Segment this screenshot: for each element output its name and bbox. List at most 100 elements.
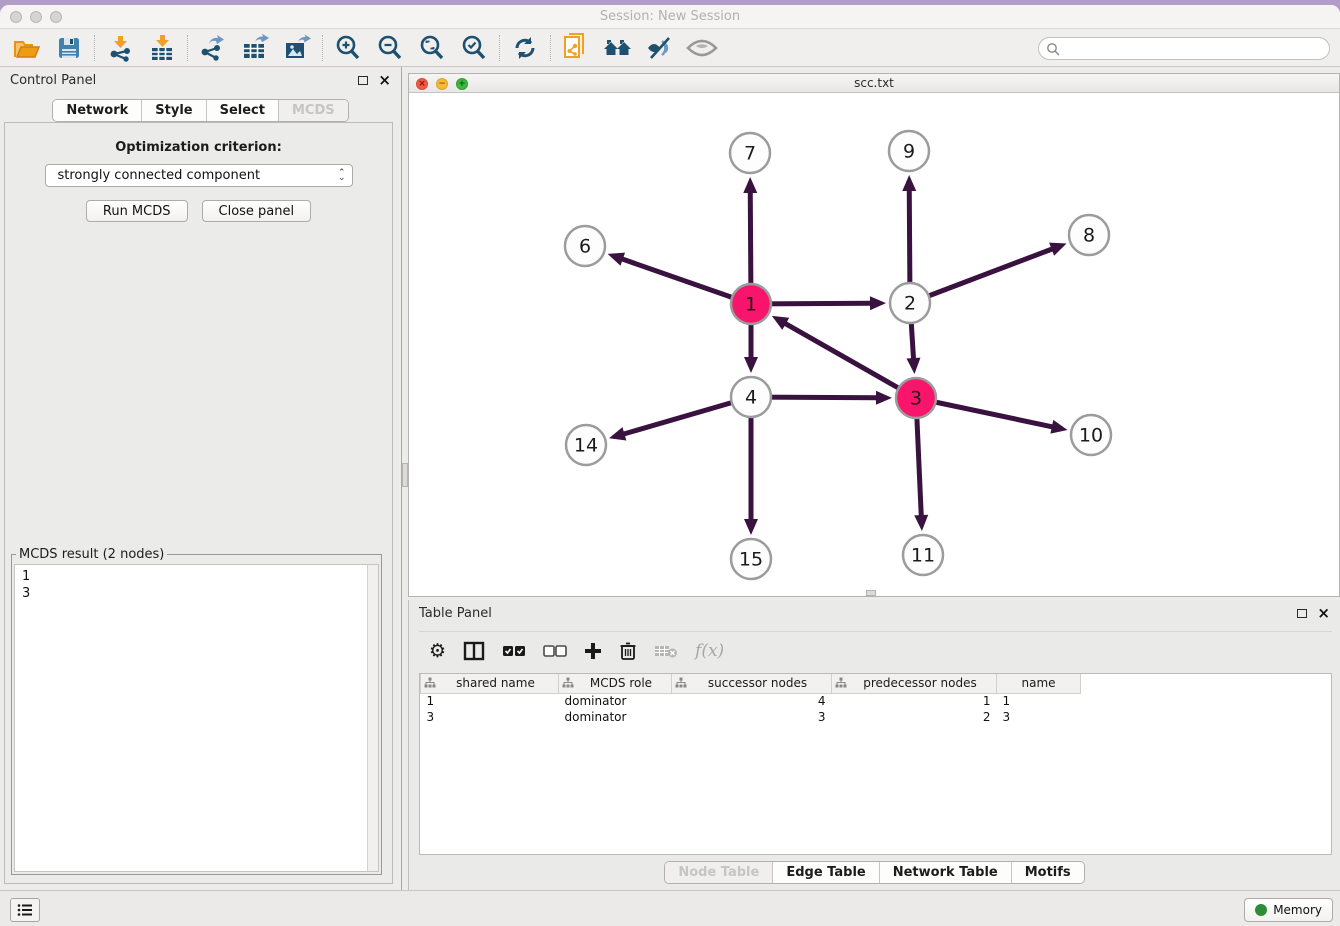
add-icon: [584, 642, 602, 660]
open-folder-icon: [13, 36, 41, 60]
zoom-in-button[interactable]: [327, 32, 369, 64]
table-panel: Table Panel × ⚙: [408, 600, 1340, 890]
table-options-button[interactable]: ⚙: [429, 640, 446, 662]
graph-node-label: 11: [911, 545, 935, 567]
scrollbar[interactable]: [367, 565, 378, 871]
deselect-all-button[interactable]: [543, 644, 567, 658]
edge-arrowhead: [906, 358, 920, 374]
delete-table-button: [654, 643, 678, 659]
save-session-button[interactable]: [48, 32, 90, 64]
task-history-button[interactable]: [10, 898, 40, 922]
export-network-button[interactable]: [192, 32, 234, 64]
hierarchy-icon: [562, 677, 574, 689]
float-panel-icon[interactable]: [358, 76, 368, 85]
clone-network-button[interactable]: [555, 32, 597, 64]
import-table-button[interactable]: [141, 32, 183, 64]
close-panel-button[interactable]: Close panel: [202, 200, 312, 222]
panel-splitter[interactable]: [401, 67, 408, 890]
optimization-criterion-select[interactable]: strongly connected component ⌃⌄: [45, 164, 353, 187]
graph-node-label: 3: [910, 388, 922, 410]
search-box[interactable]: [1038, 37, 1330, 60]
dropdown-stepper-icon: ⌃⌄: [338, 171, 346, 181]
cell-shared-name[interactable]: 3: [421, 709, 559, 725]
export-network-icon: [199, 34, 227, 62]
graph-node-label: 7: [744, 143, 756, 165]
cell-mcds-role[interactable]: dominator: [559, 693, 672, 709]
refresh-icon: [512, 35, 538, 61]
zoom-out-button[interactable]: [369, 32, 411, 64]
close-panel-icon[interactable]: ×: [1317, 608, 1330, 618]
close-panel-icon[interactable]: ×: [378, 75, 391, 85]
network-view-window: × − + scc.txt 1234678910111415: [408, 73, 1340, 597]
cell-name[interactable]: 1: [997, 693, 1081, 709]
splitter-handle[interactable]: [866, 590, 876, 596]
column-header-successor-nodes[interactable]: successor nodes: [672, 674, 832, 693]
graph-edge-3-1[interactable]: [784, 323, 916, 398]
selected-option: strongly connected component: [58, 168, 261, 183]
network-canvas[interactable]: 1234678910111415: [409, 93, 1339, 596]
tab-node-table[interactable]: Node Table: [665, 862, 772, 883]
export-table-button[interactable]: [234, 32, 276, 64]
graph-edge-2-8[interactable]: [910, 248, 1053, 303]
columns-icon: [463, 641, 485, 661]
edge-arrowhead: [608, 253, 625, 266]
column-header-mcds-role[interactable]: MCDS role: [559, 674, 672, 693]
graph-node-label: 8: [1083, 225, 1095, 247]
select-all-button[interactable]: [502, 644, 526, 658]
show-columns-button[interactable]: [463, 641, 485, 661]
network-window-titlebar[interactable]: × − + scc.txt: [409, 74, 1339, 93]
zoom-selected-button[interactable]: [453, 32, 495, 64]
search-icon: [1046, 42, 1060, 56]
zoom-fit-button[interactable]: [411, 32, 453, 64]
column-header-predecessor-nodes[interactable]: predecessor nodes: [832, 674, 997, 693]
tab-style[interactable]: Style: [141, 100, 205, 121]
toolbar-separator: [94, 35, 95, 61]
run-mcds-button[interactable]: Run MCDS: [86, 200, 188, 222]
tab-motifs[interactable]: Motifs: [1011, 862, 1084, 883]
zoom-out-icon: [376, 34, 404, 62]
show-graphics-details-button[interactable]: [681, 32, 723, 64]
mcds-result-line: 1: [22, 568, 378, 585]
cell-successor-nodes[interactable]: 3: [672, 709, 832, 725]
search-input[interactable]: [1060, 40, 1329, 58]
toolbar-separator: [499, 35, 500, 61]
cell-shared-name[interactable]: 1: [421, 693, 559, 709]
open-session-button[interactable]: [6, 32, 48, 64]
tab-network-table[interactable]: Network Table: [879, 862, 1011, 883]
edge-arrowhead: [902, 175, 916, 191]
delete-column-button[interactable]: [619, 641, 637, 661]
hide-graphics-details-button[interactable]: [639, 32, 681, 64]
edge-arrowhead: [744, 357, 758, 373]
mcds-panel: Optimization criterion: strongly connect…: [4, 122, 393, 884]
cell-successor-nodes[interactable]: 4: [672, 693, 832, 709]
table-row[interactable]: 1 dominator 4 1 1: [421, 693, 1081, 709]
tab-edge-table[interactable]: Edge Table: [772, 862, 878, 883]
home-button[interactable]: [597, 32, 639, 64]
cell-predecessor-nodes[interactable]: 1: [832, 693, 997, 709]
toolbar-separator: [322, 35, 323, 61]
export-image-button[interactable]: [276, 32, 318, 64]
memory-status-icon: [1255, 904, 1267, 916]
control-panel: Control Panel × Network Style Select MCD…: [0, 67, 401, 890]
mcds-result-list[interactable]: 1 3: [14, 564, 379, 872]
cell-predecessor-nodes[interactable]: 2: [832, 709, 997, 725]
create-column-button[interactable]: [584, 642, 602, 660]
optimization-criterion-label: Optimization criterion:: [5, 140, 392, 155]
home-icon: [603, 36, 633, 60]
tab-network[interactable]: Network: [53, 100, 141, 121]
node-table: shared name MCDS role successor nodes pr…: [419, 673, 1332, 855]
cell-name[interactable]: 3: [997, 709, 1081, 725]
graph-node-label: 2: [904, 293, 916, 315]
column-header-shared-name[interactable]: shared name: [421, 674, 559, 693]
graph-node-label: 6: [579, 236, 591, 258]
memory-button[interactable]: Memory: [1244, 898, 1333, 922]
column-header-name[interactable]: name: [997, 674, 1081, 693]
refresh-button[interactable]: [504, 32, 546, 64]
import-network-button[interactable]: [99, 32, 141, 64]
tab-mcds[interactable]: MCDS: [278, 100, 348, 121]
cell-mcds-role[interactable]: dominator: [559, 709, 672, 725]
float-panel-icon[interactable]: [1297, 609, 1307, 618]
list-icon: [17, 903, 33, 917]
table-row[interactable]: 3 dominator 3 2 3: [421, 709, 1081, 725]
tab-select[interactable]: Select: [206, 100, 278, 121]
